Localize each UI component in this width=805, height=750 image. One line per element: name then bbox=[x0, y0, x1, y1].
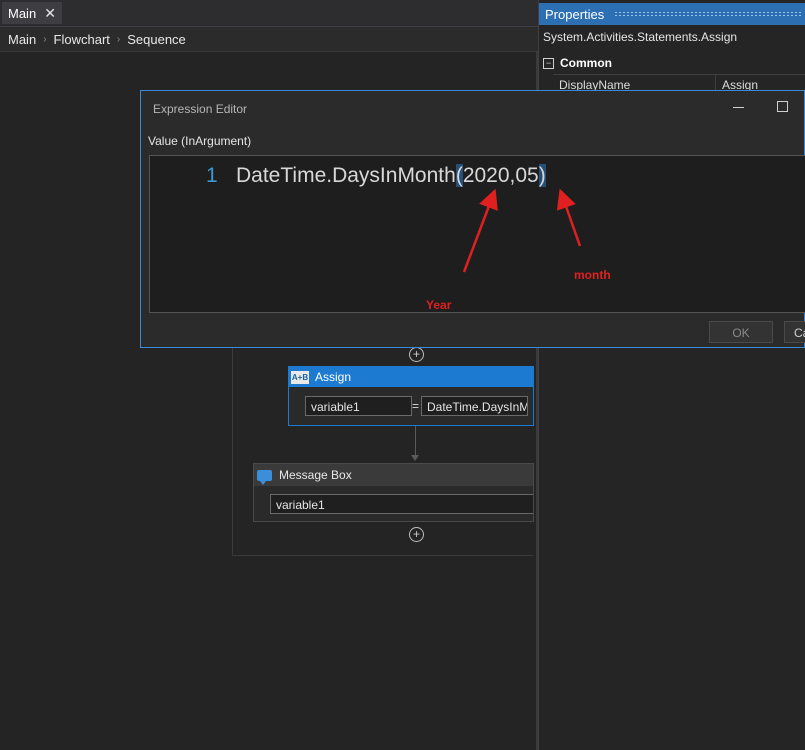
assign-header[interactable]: A+B Assign bbox=[289, 367, 533, 387]
close-paren-highlight: ) bbox=[538, 164, 546, 187]
dialog-title: Expression Editor bbox=[153, 102, 248, 116]
activity-type-name: System.Activities.Statements.Assign bbox=[543, 30, 738, 44]
add-activity-icon[interactable]: + bbox=[409, 347, 424, 362]
ok-button[interactable]: OK bbox=[709, 321, 773, 343]
expression-editor-dialog: Expression Editor Value (InArgument) 1 D… bbox=[140, 90, 805, 348]
properties-title: Properties bbox=[545, 6, 605, 22]
connector-line bbox=[415, 426, 416, 456]
tab-main[interactable]: Main ✕ bbox=[2, 2, 62, 24]
assign-title: Assign bbox=[315, 370, 352, 384]
assign-to-field[interactable]: variable1 bbox=[305, 396, 412, 416]
collapse-icon[interactable]: − bbox=[543, 57, 554, 69]
assign-activity[interactable]: A+B Assign variable1 = DateTime.DaysInM bbox=[288, 366, 534, 426]
message-box-header[interactable]: Message Box bbox=[254, 464, 533, 486]
code-arguments: 2020,05 bbox=[462, 164, 539, 187]
properties-title-bar[interactable]: Properties bbox=[539, 3, 805, 25]
document-tab-strip: Main ✕ bbox=[0, 0, 538, 27]
value-field-label: Value (InArgument) bbox=[148, 134, 252, 148]
expression-code-editor[interactable]: 1 DateTime.DaysInMonth(2020,05) bbox=[149, 155, 805, 313]
breadcrumb-item-main[interactable]: Main bbox=[8, 32, 36, 47]
breadcrumb-item-flowchart[interactable]: Flowchart bbox=[54, 32, 110, 47]
assign-icon: A+B bbox=[291, 370, 309, 384]
assign-value-field[interactable]: DateTime.DaysInM bbox=[421, 396, 528, 416]
chevron-right-icon: › bbox=[116, 33, 121, 45]
close-icon[interactable]: ✕ bbox=[44, 5, 56, 22]
equals-sign: = bbox=[412, 399, 420, 413]
message-box-title: Message Box bbox=[279, 468, 352, 482]
category-label: Common bbox=[560, 56, 612, 70]
code-method: DateTime.DaysInMonth bbox=[236, 164, 456, 187]
chevron-right-icon: › bbox=[43, 33, 47, 45]
tab-main-label: Main bbox=[8, 5, 37, 21]
month-annotation: month bbox=[574, 268, 611, 282]
maximize-icon[interactable] bbox=[777, 101, 788, 112]
breadcrumb: Main › Flowchart › Sequence bbox=[0, 27, 546, 52]
minimize-icon[interactable] bbox=[731, 95, 747, 111]
add-activity-icon[interactable]: + bbox=[409, 527, 424, 542]
connector-arrow-icon bbox=[411, 455, 419, 461]
line-number: 1 bbox=[206, 164, 218, 187]
drag-grip-icon[interactable] bbox=[614, 11, 802, 17]
year-annotation: Year bbox=[426, 298, 452, 312]
cancel-button[interactable]: Ca bbox=[784, 321, 805, 343]
property-category-common[interactable]: − Common bbox=[539, 53, 805, 73]
breadcrumb-item-sequence[interactable]: Sequence bbox=[127, 32, 186, 47]
message-text-field[interactable]: variable1 bbox=[270, 494, 533, 514]
message-box-activity[interactable]: Message Box variable1 bbox=[253, 463, 534, 522]
message-icon bbox=[257, 469, 272, 485]
code-line[interactable]: DateTime.DaysInMonth(2020,05) bbox=[236, 164, 546, 188]
open-paren-highlight: ( bbox=[455, 164, 463, 187]
